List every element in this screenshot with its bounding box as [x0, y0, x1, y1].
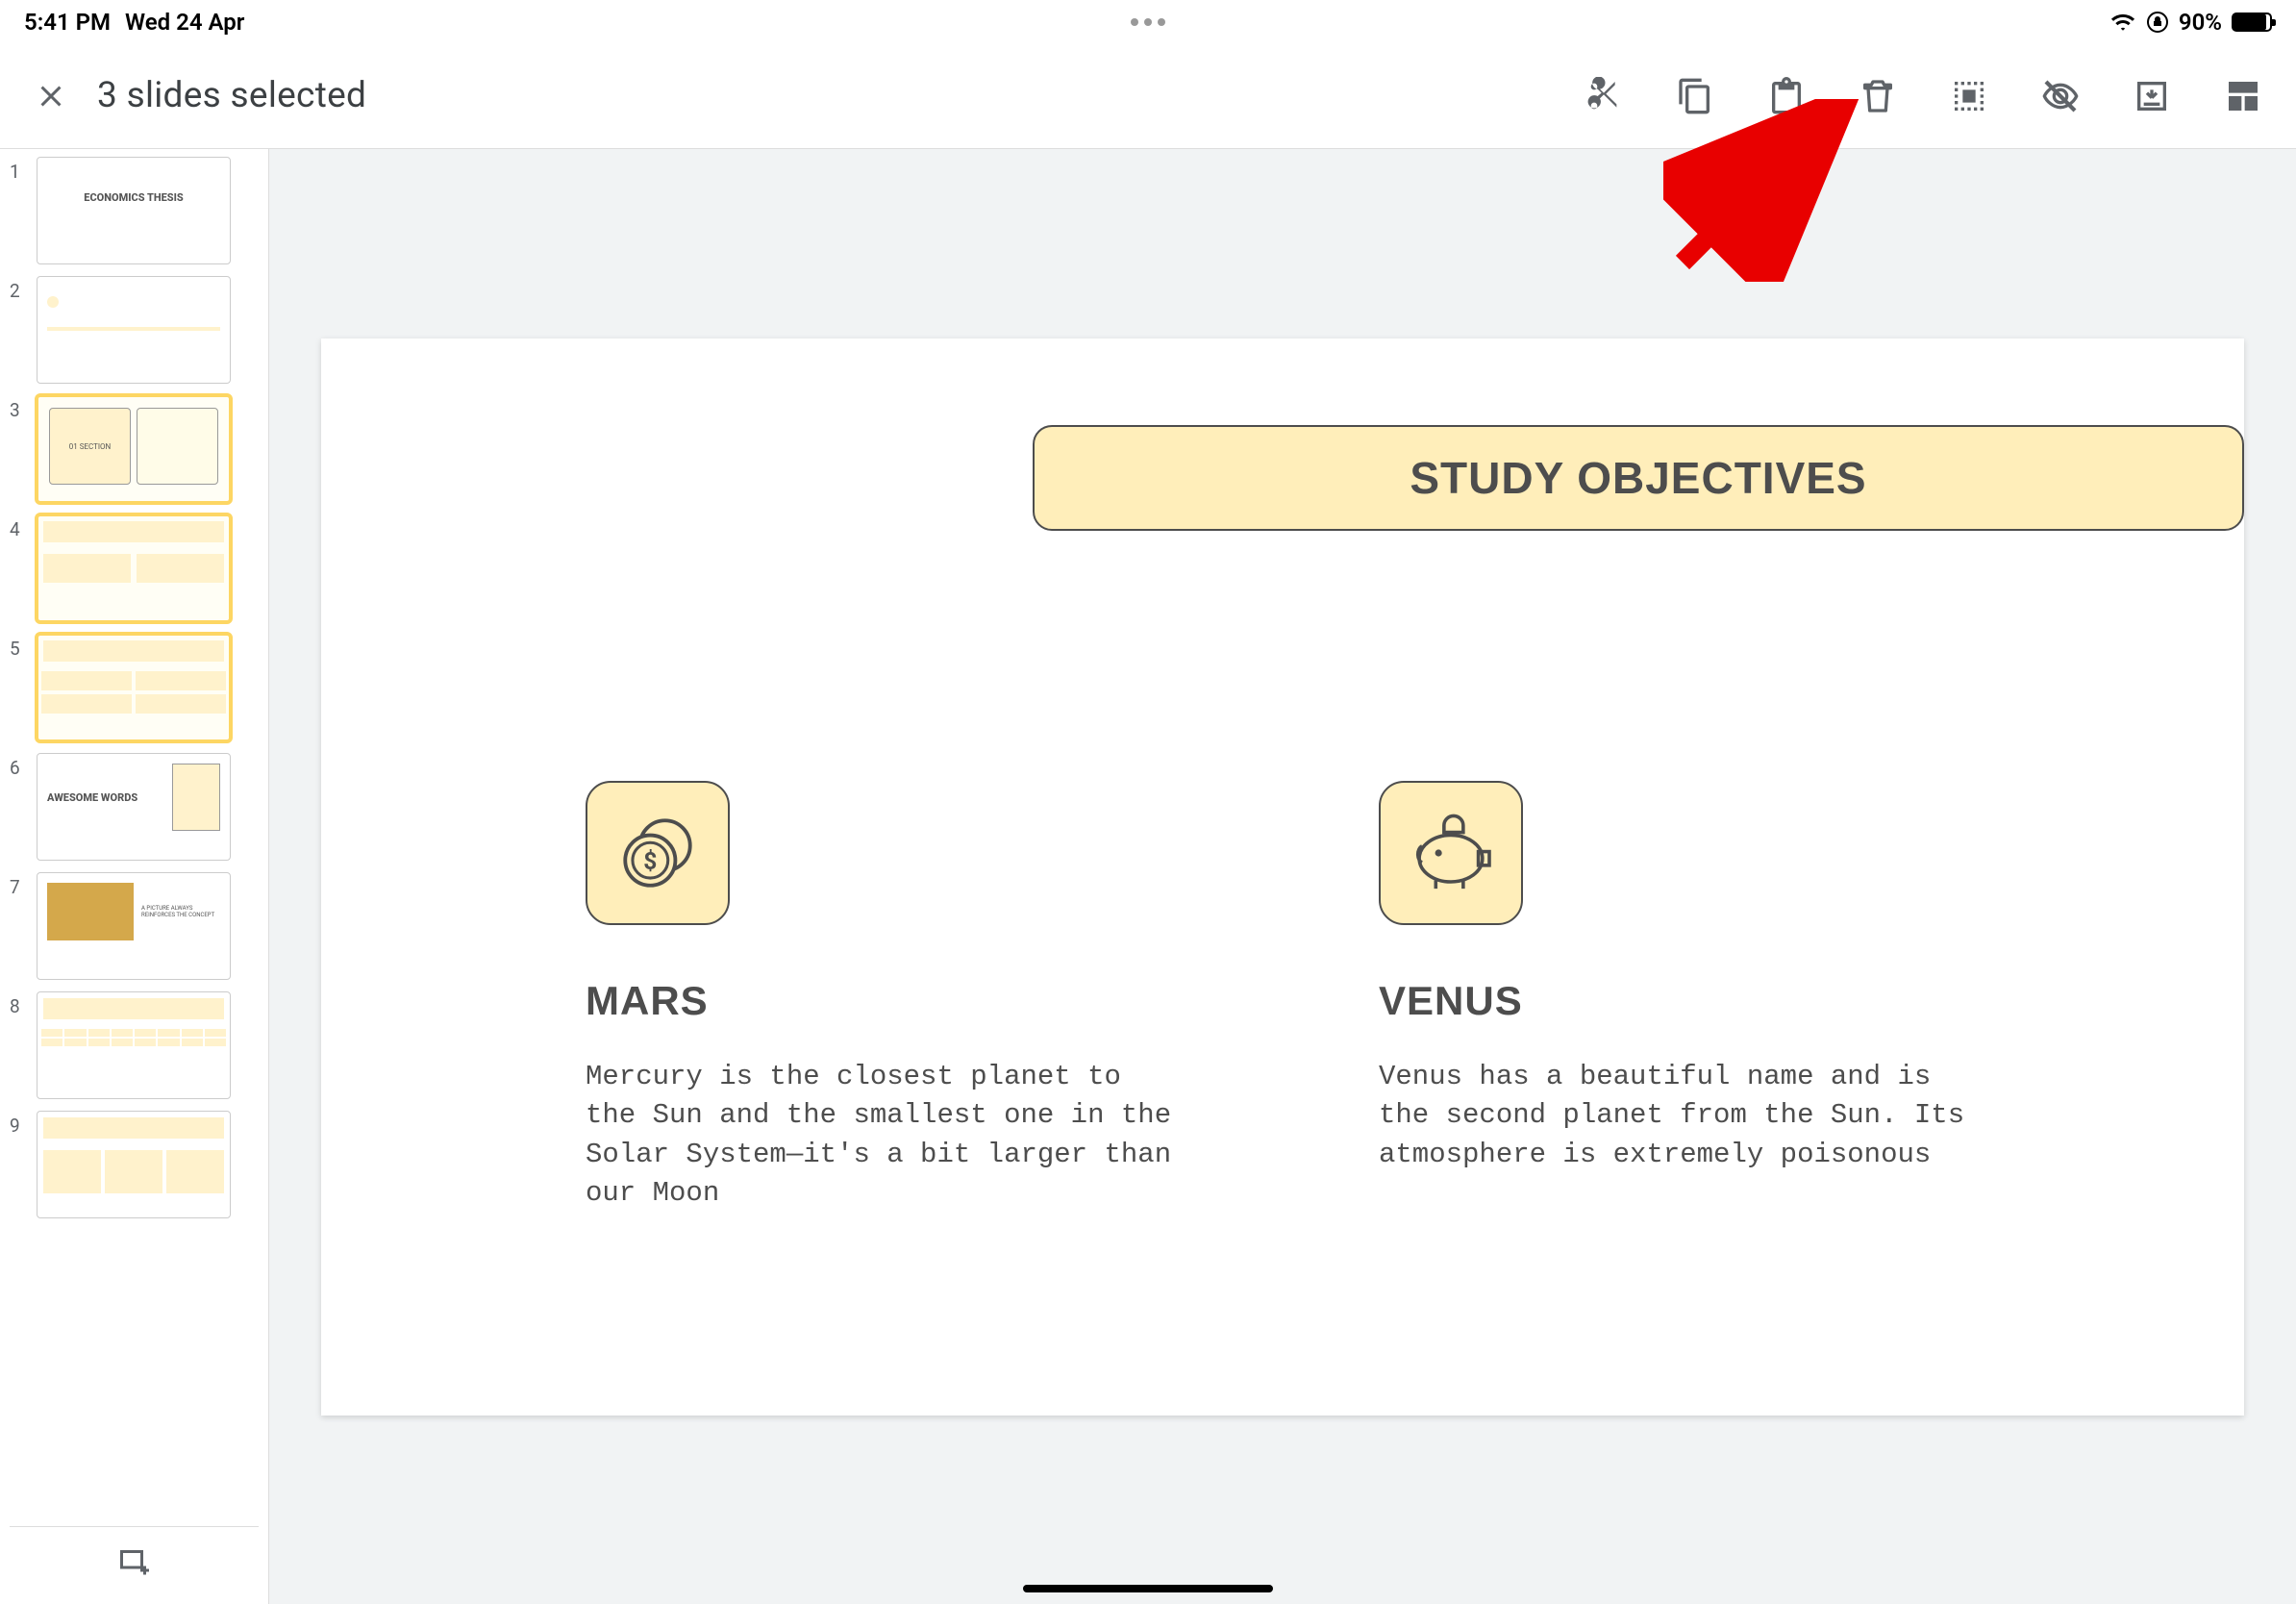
close-icon[interactable]	[34, 79, 68, 113]
battery-pct: 90%	[2179, 9, 2222, 36]
selection-title: 3 slides selected	[97, 75, 366, 116]
svg-text:$: $	[643, 846, 657, 874]
objective-card-venus[interactable]: VENUS Venus has a beautiful name and is …	[1379, 781, 1975, 1175]
battery-icon	[2232, 13, 2272, 32]
orientation-lock-icon	[2146, 11, 2169, 34]
cut-icon[interactable]	[1585, 77, 1623, 115]
hide-icon[interactable]	[2041, 77, 2080, 115]
new-slide-button[interactable]	[10, 1526, 259, 1596]
status-bar: 5:41 PM Wed 24 Apr 90%	[0, 0, 2296, 43]
slide-thumb-3[interactable]: 3 01 SECTION	[10, 395, 259, 503]
slide-thumb-4[interactable]: 4	[10, 514, 259, 622]
slide-thumb-5[interactable]: 5	[10, 634, 259, 741]
piggy-icon-box	[1379, 781, 1523, 925]
slide-thumb-9[interactable]: 9	[10, 1111, 259, 1218]
select-all-icon[interactable]	[1950, 77, 1988, 115]
status-time: 5:41 PM	[24, 9, 111, 36]
objective-card-mars[interactable]: $ MARS Mercury is the closest planet to …	[586, 781, 1182, 1214]
piggy-icon	[1403, 809, 1499, 897]
slide-thumb-1[interactable]: 1 ECONOMICS THESIS	[10, 157, 259, 264]
slide-thumb-8[interactable]: 8	[10, 991, 259, 1099]
venus-body: Venus has a beautiful name and is the se…	[1379, 1058, 1975, 1175]
home-indicator[interactable]	[1023, 1585, 1273, 1592]
venus-heading: VENUS	[1379, 978, 1975, 1024]
slide-thumb-7[interactable]: 7 A PICTURE ALWAYS REINFORCES THE CONCEP…	[10, 872, 259, 980]
multitask-dots[interactable]	[1131, 18, 1165, 26]
canvas-area[interactable]: STUDY OBJECTIVES $ MARS Mercury is the c…	[269, 149, 2296, 1604]
status-date: Wed 24 Apr	[125, 9, 244, 36]
title-banner[interactable]: STUDY OBJECTIVES	[1033, 425, 2244, 531]
copy-icon[interactable]	[1676, 77, 1714, 115]
app-toolbar: 3 slides selected	[0, 43, 2296, 149]
delete-icon[interactable]	[1859, 77, 1897, 115]
slide-panel[interactable]: 1 ECONOMICS THESIS 2 3 01 SECTION 4 5 6 …	[0, 149, 269, 1604]
slide-thumb-6[interactable]: 6 AWESOME WORDS	[10, 753, 259, 861]
mars-heading: MARS	[586, 978, 1182, 1024]
slide-thumb-2[interactable]: 2	[10, 276, 259, 384]
mars-body: Mercury is the closest planet to the Sun…	[586, 1058, 1182, 1214]
slide-canvas[interactable]: STUDY OBJECTIVES $ MARS Mercury is the c…	[321, 338, 2244, 1416]
coins-icon: $	[613, 809, 702, 897]
new-slide-icon	[117, 1544, 152, 1579]
coins-icon-box: $	[586, 781, 730, 925]
insert-file-icon[interactable]	[2133, 77, 2171, 115]
paste-icon[interactable]	[1767, 77, 1806, 115]
title-banner-text: STUDY OBJECTIVES	[1410, 452, 1866, 504]
wifi-icon	[2109, 12, 2136, 33]
layout-icon[interactable]	[2224, 77, 2262, 115]
